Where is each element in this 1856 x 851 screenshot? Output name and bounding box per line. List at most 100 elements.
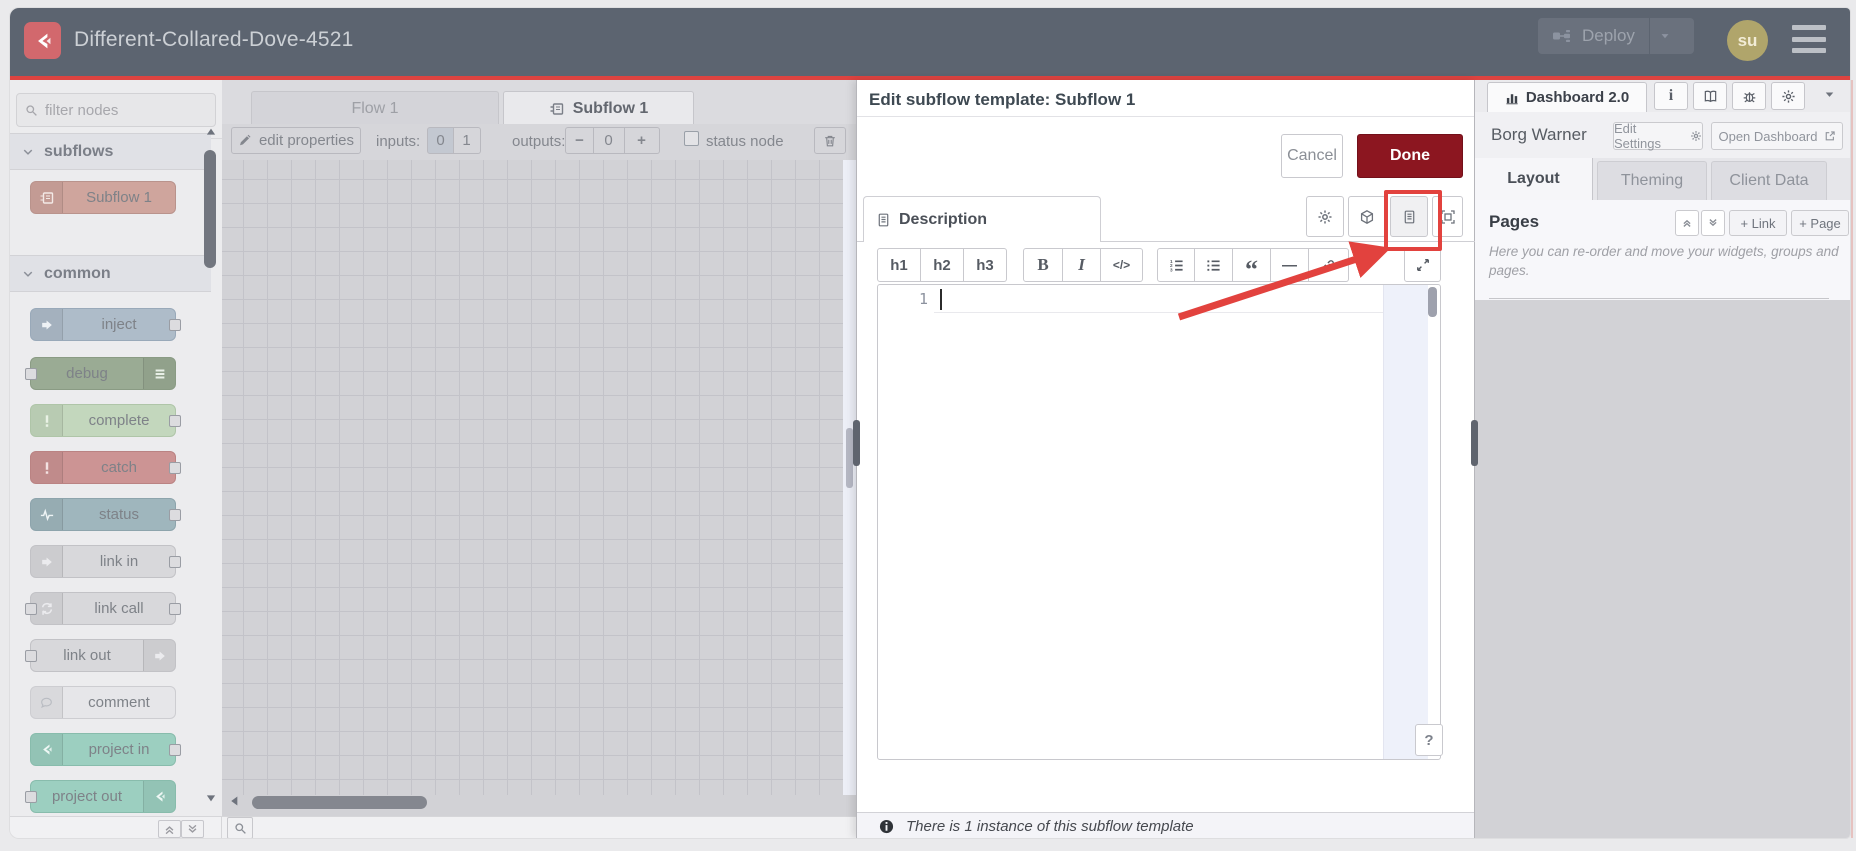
palette-section-common[interactable]: common [10, 255, 211, 292]
palette-node-label: project out [51, 788, 123, 805]
input-port [25, 368, 37, 380]
deploy-button[interactable]: Deploy [1538, 18, 1694, 54]
inputs-option-0[interactable]: 0 [427, 127, 454, 154]
bold-button[interactable]: B [1023, 248, 1063, 282]
input-port [25, 650, 37, 662]
quote-button[interactable]: “ [1233, 248, 1271, 284]
canvas-horizontal-scrollbar[interactable] [252, 796, 427, 809]
dialog-title: Edit subflow template: Subflow 1 [869, 90, 1136, 109]
palette-node-subflow-1[interactable]: Subflow 1 [30, 181, 176, 214]
palette-node-link-call[interactable]: link call [25, 592, 181, 625]
cube-icon [1359, 209, 1375, 225]
help-sidebar-button[interactable] [1693, 82, 1727, 110]
info-sidebar-button[interactable]: i [1654, 82, 1688, 110]
module-toolbar-button[interactable] [1348, 196, 1386, 237]
expand-editor-button[interactable] [1404, 248, 1441, 282]
add-page-button[interactable]: + Page [1791, 210, 1849, 236]
collapse-pages-button[interactable] [1675, 210, 1699, 236]
status-node-checkbox[interactable] [684, 131, 699, 146]
edit-properties-button[interactable]: edit properties [231, 127, 361, 154]
description-editor[interactable]: 1 [877, 284, 1441, 760]
heading-buttons: h1 h2 h3 [877, 248, 1007, 282]
h2-button[interactable]: h2 [921, 248, 964, 282]
palette-node-link-out[interactable]: link out [25, 639, 176, 672]
unordered-list-button[interactable] [1195, 248, 1233, 282]
sidebar-resize-handle[interactable] [1471, 420, 1478, 466]
palette-node-complete[interactable]: complete [30, 404, 181, 437]
outputs-increase-button[interactable]: + [624, 127, 660, 154]
done-button[interactable]: Done [1357, 134, 1463, 178]
line-number: 1 [918, 290, 928, 308]
expand-pages-button[interactable] [1701, 210, 1725, 236]
palette-node-inject[interactable]: inject [30, 308, 181, 341]
main-menu-icon[interactable] [1792, 25, 1826, 53]
user-avatar[interactable]: su [1727, 20, 1768, 61]
exclamation-icon [31, 405, 63, 436]
annotation-highlight-box [1384, 190, 1442, 251]
palette-expand-all-button[interactable] [181, 820, 204, 838]
node-red-app: Different-Collared-Dove-4521 Deploy su f… [10, 8, 1850, 838]
tab-layout[interactable]: Layout [1475, 158, 1593, 200]
pencil-icon [238, 134, 251, 147]
palette-collapse-all-button[interactable] [158, 820, 181, 838]
debug-sidebar-button[interactable] [1732, 82, 1766, 110]
properties-toolbar-button[interactable] [1306, 196, 1344, 237]
palette-node-comment[interactable]: comment [30, 686, 176, 719]
horizontal-rule-button[interactable]: — [1271, 248, 1309, 282]
trash-icon [823, 134, 837, 148]
editor-minimap [1383, 285, 1428, 759]
arrow-right-icon [31, 309, 63, 340]
deploy-icon [1552, 28, 1572, 44]
palette-scroll-up-icon[interactable] [204, 126, 218, 138]
palette-node-debug[interactable]: debug [25, 357, 176, 390]
palette-search-input[interactable]: filter nodes [16, 93, 216, 127]
tab-description[interactable]: Description [863, 196, 1101, 242]
cancel-button[interactable]: Cancel [1281, 134, 1343, 178]
open-dashboard-button[interactable]: Open Dashboard [1711, 122, 1843, 150]
zoom-search-button[interactable] [227, 817, 253, 838]
list-icon [143, 358, 175, 389]
palette-node-project-out[interactable]: project out [25, 780, 176, 813]
settings-sidebar-button[interactable] [1771, 82, 1805, 110]
palette-node-project-in[interactable]: project in [30, 733, 181, 766]
editor-scrollbar[interactable] [1428, 287, 1437, 317]
add-link-button[interactable]: + Link [1729, 210, 1787, 236]
tab-client-data[interactable]: Client Data [1711, 161, 1827, 200]
subflow-icon [31, 182, 63, 213]
unordered-list-icon [1206, 258, 1221, 273]
tab-theming[interactable]: Theming [1597, 161, 1707, 200]
tab-flow-1[interactable]: Flow 1 [251, 91, 499, 125]
outputs-decrease-button[interactable]: − [565, 127, 594, 154]
h3-button[interactable]: h3 [964, 248, 1007, 282]
palette-node-catch[interactable]: catch [30, 451, 181, 484]
flow-tab-bar: Flow 1 Subflow 1 [222, 80, 856, 125]
code-button[interactable]: </> [1101, 248, 1143, 282]
tray-resize-handle[interactable] [853, 420, 860, 466]
palette-search-placeholder: filter nodes [45, 101, 119, 119]
status-node-label: status node [706, 133, 784, 150]
link-button[interactable] [1309, 248, 1349, 282]
tab-dashboard-2[interactable]: Dashboard 2.0 [1487, 82, 1647, 112]
sidebar-options-caret-icon[interactable] [1823, 89, 1836, 100]
deploy-options-caret-icon[interactable] [1650, 31, 1680, 41]
editor-help-button[interactable]: ? [1415, 724, 1443, 756]
palette-scroll-down-icon[interactable] [204, 792, 218, 804]
canvas-vertical-scrollbar[interactable] [846, 428, 853, 488]
tab-subflow-1[interactable]: Subflow 1 [503, 91, 694, 125]
flow-canvas[interactable] [222, 160, 843, 795]
palette-scrollbar[interactable] [204, 150, 216, 268]
h1-button[interactable]: h1 [877, 248, 921, 282]
canvas-scroll-left-icon[interactable] [228, 794, 241, 808]
pages-title: Pages [1489, 212, 1540, 231]
pages-panel: Pages + Link + Page Here you can re-orde… [1475, 200, 1850, 300]
inputs-option-1[interactable]: 1 [453, 127, 481, 154]
edit-settings-button[interactable]: Edit Settings [1613, 121, 1703, 151]
delete-subflow-button[interactable] [814, 127, 846, 154]
italic-button[interactable]: I [1063, 248, 1101, 282]
ordered-list-button[interactable]: 123 [1157, 248, 1195, 282]
list-buttons: 123 “ — [1157, 248, 1349, 284]
palette-section-subflows[interactable]: subflows [10, 133, 211, 170]
palette-node-link-in[interactable]: link in [30, 545, 181, 578]
palette-node-status[interactable]: status [30, 498, 181, 531]
output-port [169, 556, 181, 568]
